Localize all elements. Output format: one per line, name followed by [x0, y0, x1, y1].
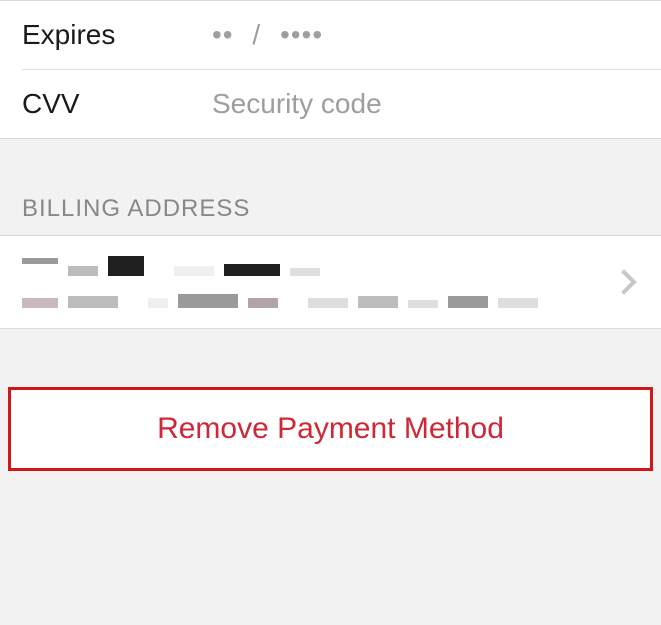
- remove-payment-method-button[interactable]: Remove Payment Method: [8, 387, 653, 471]
- chevron-right-icon: [611, 269, 636, 294]
- spacer: [0, 471, 661, 531]
- expires-month-placeholder: ••: [212, 19, 234, 50]
- expires-separator: /: [252, 19, 261, 50]
- billing-address-row[interactable]: [0, 236, 661, 328]
- expires-value[interactable]: •• / ••••: [212, 19, 323, 51]
- spacer: [0, 329, 661, 387]
- redacted-line-1: [22, 256, 615, 276]
- billing-address-redacted: [22, 256, 615, 308]
- cvv-label: CVV: [22, 88, 212, 120]
- billing-address-header: BILLING ADDRESS: [0, 139, 661, 235]
- card-details-section: Expires •• / •••• CVV Security code: [0, 0, 661, 139]
- cvv-placeholder: Security code: [212, 88, 382, 120]
- expires-label: Expires: [22, 19, 212, 51]
- cvv-row[interactable]: CVV Security code: [0, 70, 661, 138]
- redacted-line-2: [22, 294, 615, 308]
- billing-address-section: BILLING ADDRESS: [0, 139, 661, 329]
- expires-year-placeholder: ••••: [280, 19, 323, 50]
- remove-container: Remove Payment Method: [0, 387, 661, 471]
- expires-row[interactable]: Expires •• / ••••: [0, 1, 661, 69]
